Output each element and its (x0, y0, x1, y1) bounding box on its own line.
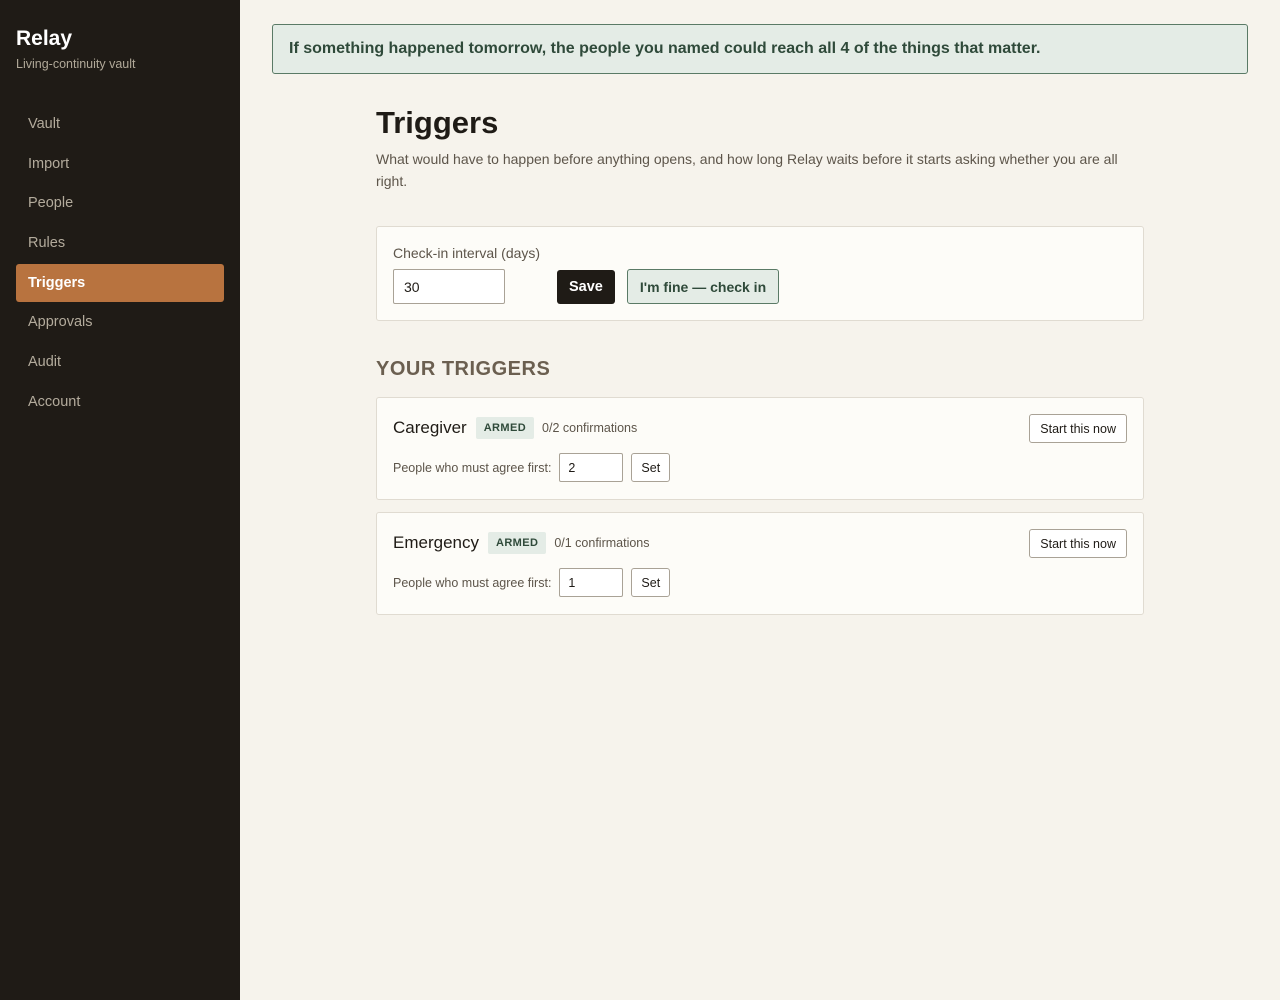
status-badge: ARMED (475, 417, 535, 439)
brand-name: Relay (16, 27, 73, 50)
sidebar-item-import[interactable]: Import (16, 145, 224, 183)
trigger-header: Caregiver ARMED 0/2 confirmations (393, 415, 1127, 441)
start-trigger-button[interactable]: Start this now (1029, 414, 1127, 443)
agree-row: People who must agree first: Set (393, 453, 1127, 482)
sidebar-item-vault[interactable]: Vault (16, 105, 224, 143)
set-button[interactable]: Set (631, 453, 671, 482)
agree-row: People who must agree first: Set (393, 568, 1127, 597)
checkin-interval-card: Check-in interval (days) Save I'm fine —… (376, 226, 1144, 321)
sidebar-item-rules[interactable]: Rules (16, 224, 224, 262)
sidebar-item-triggers[interactable]: Triggers (16, 263, 224, 302)
agree-count-input[interactable] (559, 568, 624, 597)
start-trigger-button[interactable]: Start this now (1029, 529, 1127, 558)
sidebar-item-account[interactable]: Account (16, 383, 224, 421)
main-area: If something happened tomorrow, the peop… (240, 0, 1280, 1000)
page-title: Triggers (376, 105, 499, 140)
interval-input[interactable] (393, 269, 505, 304)
status-badge: ARMED (487, 532, 547, 554)
trigger-header: Emergency ARMED 0/1 confirmations (393, 530, 1127, 556)
page-content: Triggers What would have to happen befor… (376, 104, 1144, 615)
save-button[interactable]: Save (557, 269, 615, 304)
page-description: What would have to happen before anythin… (376, 151, 1118, 189)
sidebar-item-approvals[interactable]: Approvals (16, 303, 224, 341)
interval-row: Save I'm fine — check in (393, 269, 1127, 304)
trigger-name: Caregiver (393, 418, 467, 437)
confirmations-count: 0/1 confirmations (554, 536, 650, 550)
trigger-name: Emergency (393, 533, 479, 552)
trigger-card-caregiver: Caregiver ARMED 0/2 confirmations Start … (376, 397, 1144, 500)
sidebar-item-audit[interactable]: Audit (16, 343, 224, 381)
brand-tagline: Living-continuity vault (16, 57, 136, 71)
agree-label: People who must agree first: (393, 575, 552, 590)
agree-label: People who must agree first: (393, 460, 552, 475)
triggers-heading: YOUR TRIGGERS (376, 358, 551, 380)
sidebar: Relay Living-continuity vault Vault Impo… (0, 0, 240, 1000)
interval-label: Check-in interval (days) (393, 245, 541, 261)
sidebar-item-people[interactable]: People (16, 184, 224, 222)
agree-count-input[interactable] (559, 453, 624, 482)
trigger-card-emergency: Emergency ARMED 0/1 confirmations Start … (376, 512, 1144, 615)
confirmations-count: 0/2 confirmations (542, 421, 638, 435)
status-banner: If something happened tomorrow, the peop… (272, 24, 1248, 74)
set-button[interactable]: Set (631, 568, 671, 597)
app-root: Relay Living-continuity vault Vault Impo… (0, 0, 1280, 1000)
checkin-button[interactable]: I'm fine — check in (626, 269, 780, 304)
sidebar-nav: Vault Import People Rules Triggers Appro… (16, 105, 224, 421)
